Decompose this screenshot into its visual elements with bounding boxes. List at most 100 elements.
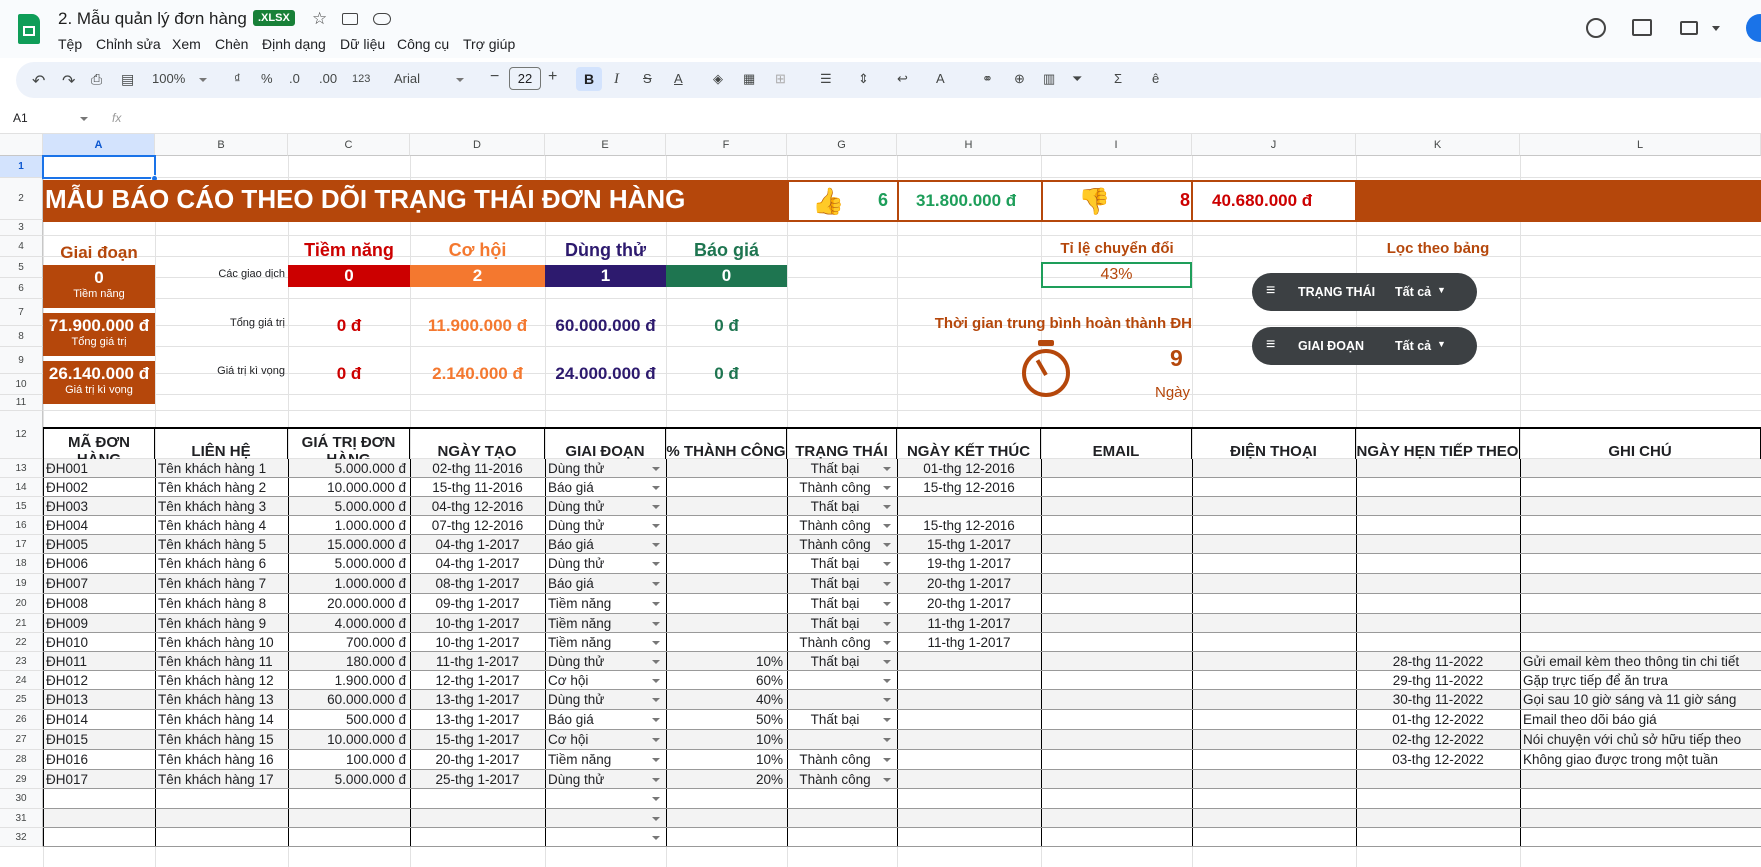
table-cell[interactable]: 60.000.000 đ	[288, 690, 410, 710]
table-cell[interactable]: Nói chuyện với chủ sở hữu tiếp theo	[1520, 730, 1761, 750]
table-cell[interactable]	[1192, 710, 1356, 730]
table-cell[interactable]: Tiềm năng	[545, 633, 666, 652]
table-cell[interactable]: Tiềm năng	[545, 594, 666, 614]
table-cell[interactable]	[1041, 710, 1192, 730]
menu-file[interactable]: Tệp	[58, 36, 82, 52]
table-cell[interactable]: 20.000.000 đ	[288, 594, 410, 614]
table-cell[interactable]	[1041, 730, 1192, 750]
table-cell[interactable]	[1041, 574, 1192, 594]
table-cell[interactable]	[897, 828, 1041, 847]
font-dropdown-icon[interactable]	[456, 78, 464, 82]
table-cell[interactable]: 02-thg 12-2022	[1356, 730, 1520, 750]
table-cell[interactable]	[1192, 730, 1356, 750]
table-cell[interactable]	[1192, 497, 1356, 516]
chevron-down-icon[interactable]	[883, 738, 891, 742]
table-cell[interactable]	[410, 828, 545, 847]
table-cell[interactable]: Báo giá	[545, 574, 666, 594]
table-cell[interactable]	[1041, 459, 1192, 478]
font-size-decrease-icon[interactable]: −	[490, 68, 499, 86]
table-cell[interactable]	[1356, 459, 1520, 478]
table-cell[interactable]	[1041, 554, 1192, 574]
table-cell[interactable]	[897, 710, 1041, 730]
table-cell[interactable]: Thành công	[787, 516, 897, 535]
redo-icon[interactable]: ↷	[62, 71, 75, 91]
row-header-24[interactable]: 24	[0, 671, 43, 690]
align-icon[interactable]: ☰	[820, 71, 832, 87]
row-header-17[interactable]: 17	[0, 535, 43, 554]
print-icon[interactable]: ⎙	[91, 71, 102, 88]
table-cell[interactable]	[545, 828, 666, 847]
chevron-down-icon[interactable]	[883, 504, 891, 509]
table-cell[interactable]	[1520, 633, 1761, 652]
table-cell[interactable]: 04-thg 1-2017	[410, 535, 545, 554]
menu-format[interactable]: Định dạng	[262, 36, 326, 52]
table-cell[interactable]	[666, 594, 787, 614]
font-select[interactable]: Arial	[394, 71, 420, 86]
chevron-down-icon[interactable]	[652, 758, 660, 762]
chevron-down-icon[interactable]	[883, 758, 891, 762]
filter-icon[interactable]: ⏷	[1072, 71, 1082, 87]
row-header-13[interactable]: 13	[0, 459, 43, 478]
font-size-input[interactable]: 22	[509, 67, 541, 90]
table-cell[interactable]	[1356, 633, 1520, 652]
table-cell[interactable]: Tên khách hàng 14	[155, 710, 288, 730]
row-header-32[interactable]: 32	[0, 828, 43, 847]
table-cell[interactable]: Dùng thử	[545, 690, 666, 710]
table-cell[interactable]	[1356, 574, 1520, 594]
table-cell[interactable]: 15.000.000 đ	[288, 535, 410, 554]
table-cell[interactable]: 1.000.000 đ	[288, 574, 410, 594]
table-cell[interactable]: 07-thg 12-2016	[410, 516, 545, 535]
table-cell[interactable]: Tên khách hàng 17	[155, 770, 288, 789]
menu-tools[interactable]: Công cụ	[397, 36, 449, 52]
chevron-down-icon[interactable]	[652, 485, 660, 490]
chevron-down-icon[interactable]	[883, 562, 891, 566]
table-cell[interactable]	[1192, 809, 1356, 828]
table-cell[interactable]: Tên khách hàng 10	[155, 633, 288, 652]
row-header-1[interactable]: 1	[0, 156, 43, 178]
table-cell[interactable]	[1041, 594, 1192, 614]
table-cell[interactable]: Gửi email kèm theo thông tin chi tiết	[1520, 652, 1761, 671]
table-cell[interactable]: ĐH012	[43, 671, 155, 690]
table-cell[interactable]	[666, 535, 787, 554]
table-cell[interactable]	[1192, 671, 1356, 690]
row-header-31[interactable]: 31	[0, 809, 43, 828]
table-cell[interactable]	[1192, 478, 1356, 497]
row-header-30[interactable]: 30	[0, 789, 43, 809]
table-cell[interactable]: ĐH007	[43, 574, 155, 594]
table-cell[interactable]	[288, 789, 410, 809]
table-cell[interactable]: 700.000 đ	[288, 633, 410, 652]
table-cell[interactable]: 5.000.000 đ	[288, 770, 410, 789]
chevron-down-icon[interactable]	[652, 659, 660, 664]
column-header-g[interactable]: G	[787, 134, 897, 156]
table-cell[interactable]: 10%	[666, 750, 787, 770]
table-cell[interactable]: 15-thg 12-2016	[897, 516, 1041, 535]
filter-stage-chip[interactable]: ≡ GIAI ĐOẠN Tất cả ▼	[1252, 327, 1477, 365]
table-cell[interactable]	[1041, 770, 1192, 789]
row-header-5[interactable]: 5	[0, 257, 43, 278]
table-cell[interactable]	[1520, 828, 1761, 847]
chevron-down-icon[interactable]	[883, 678, 891, 683]
table-cell[interactable]: Gặp trực tiếp để ăn trưa	[1520, 671, 1761, 690]
fill-color-icon[interactable]: ◈	[713, 71, 723, 87]
table-cell[interactable]	[897, 730, 1041, 750]
table-cell[interactable]: Cơ hội	[545, 730, 666, 750]
table-cell[interactable]	[1041, 828, 1192, 847]
table-cell[interactable]: Tên khách hàng 1	[155, 459, 288, 478]
table-cell[interactable]: 03-thg 12-2022	[1356, 750, 1520, 770]
table-cell[interactable]	[1192, 516, 1356, 535]
table-cell[interactable]	[1520, 614, 1761, 633]
column-header-i[interactable]: I	[1041, 134, 1192, 156]
chevron-down-icon[interactable]	[883, 602, 891, 606]
chevron-down-icon[interactable]	[652, 797, 660, 801]
table-cell[interactable]: Tên khách hàng 8	[155, 594, 288, 614]
table-cell[interactable]	[1041, 478, 1192, 497]
table-cell[interactable]: 10.000.000 đ	[288, 730, 410, 750]
table-cell[interactable]	[1356, 809, 1520, 828]
table-cell[interactable]: 10%	[666, 652, 787, 671]
row-header-27[interactable]: 27	[0, 730, 43, 750]
table-cell[interactable]: 11-thg 1-2017	[897, 614, 1041, 633]
table-cell[interactable]: 08-thg 1-2017	[410, 574, 545, 594]
table-cell[interactable]: 12-thg 1-2017	[410, 671, 545, 690]
strikethrough-button[interactable]: S	[643, 71, 652, 86]
table-cell[interactable]: 30-thg 11-2022	[1356, 690, 1520, 710]
